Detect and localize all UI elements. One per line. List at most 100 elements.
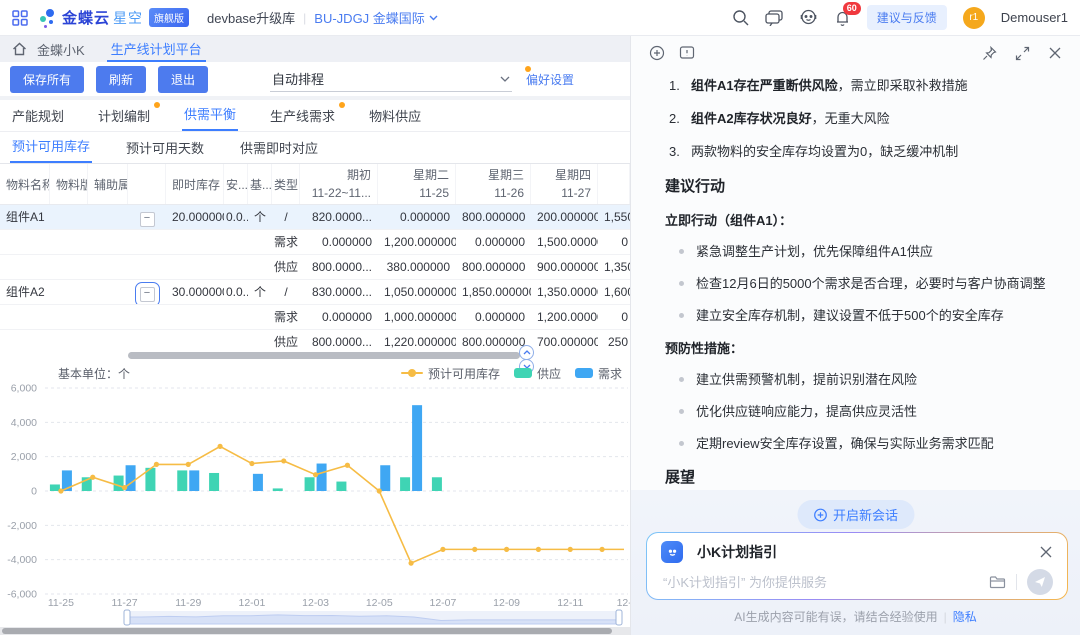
attachment-folder-icon[interactable] [989, 575, 1006, 589]
demand-marker-icon [575, 368, 593, 378]
subtab-realtime-match[interactable]: 供需即时对应 [238, 132, 320, 163]
svg-text:-2,000: -2,000 [7, 520, 37, 532]
messages-icon[interactable] [765, 10, 783, 26]
notification-dot [154, 102, 160, 108]
svg-text:12-01: 12-01 [238, 597, 265, 608]
collapse-row-button[interactable]: − [140, 212, 155, 227]
toolbar: 保存所有 刷新 退出 自动排程 偏好设置 [0, 62, 630, 96]
svg-text:6,000: 6,000 [11, 383, 37, 395]
notification-dot [525, 66, 531, 72]
collapse-row-button[interactable]: − [140, 287, 155, 302]
legend-supply[interactable]: 供应 [514, 365, 561, 382]
group-title-preventive: 预防性措施： [665, 338, 1046, 357]
section-title-outlook: 展望 [665, 466, 1046, 487]
product-name: 金蝶云 [62, 7, 110, 28]
page-horizontal-scrollbar[interactable] [0, 627, 630, 635]
workspace-item-xiaok[interactable]: 金蝶小K [37, 36, 85, 62]
svg-text:11-27: 11-27 [112, 597, 138, 608]
table-row[interactable]: 需求 0.0000001,200.000000 0.0000001,500.00… [0, 230, 630, 255]
divider [1016, 574, 1017, 590]
svg-text:12-11: 12-11 [557, 597, 583, 608]
chart-datazoom-slider[interactable] [0, 608, 630, 626]
assistant-message: 1.组件A1存在严重断供风险，需立即采取补救措施 2.组件A2库存状况良好，无重… [631, 70, 1080, 490]
tab-plan-compilation[interactable]: 计划编制 [96, 100, 152, 131]
col-safety: 安... [224, 164, 248, 204]
bullet-item: 建立安全库存机制，建议设置不低于500个的安全库存 [679, 306, 1046, 325]
col-type: 类型 [272, 164, 300, 204]
new-chat-icon[interactable] [649, 45, 665, 61]
refresh-button[interactable]: 刷新 [96, 66, 146, 93]
kingdee-logo-icon [38, 7, 58, 29]
tab-material-supply[interactable]: 物料供应 [367, 100, 423, 131]
legend-projected-inventory[interactable]: 预计可用库存 [401, 365, 500, 382]
assistant-avatar-icon [661, 541, 683, 563]
chat-input[interactable] [661, 574, 989, 591]
tab-supply-demand-balance[interactable]: 供需平衡 [182, 98, 238, 131]
chat-close-icon[interactable] [1039, 545, 1053, 559]
new-session-button[interactable]: 开启新会话 [797, 500, 914, 529]
exit-button[interactable]: 退出 [158, 66, 208, 93]
top-bar: 金蝶云 星空 旗舰版 devbase升级库 | BU-JDGJ 金蝶国际 60 [0, 0, 1080, 36]
chart-plot-area: 6,0004,0002,0000-2,000-4,000-6,00011-251… [0, 382, 630, 608]
feedback-button[interactable]: 建议与反馈 [867, 5, 947, 30]
collapse-up-icon[interactable] [519, 345, 534, 360]
chevron-down-icon [500, 76, 510, 82]
chart-unit-label: 基本单位：个 [58, 365, 130, 382]
comment-icon[interactable] [679, 45, 695, 61]
schedule-mode-select[interactable]: 自动排程 [270, 66, 512, 92]
main-content: 保存所有 刷新 退出 自动排程 偏好设置 产能规划 计划编制 供需平衡 生产线需… [0, 62, 630, 635]
scrollbar-thumb[interactable] [2, 628, 612, 634]
tab-line-demand[interactable]: 生产线需求 [268, 100, 337, 131]
svg-text:12-09: 12-09 [493, 597, 520, 608]
bullet-item: 紧急调整生产计划，优先保障组件A1供应 [679, 242, 1046, 261]
svg-text:-6,000: -6,000 [7, 589, 37, 601]
col-material-version: 物料版本 [50, 164, 88, 204]
col-tuesday: 星期二11-25 [378, 164, 456, 204]
svg-text:12-13: 12-13 [617, 597, 630, 608]
legend-demand[interactable]: 需求 [575, 365, 622, 382]
chevron-down-icon [429, 15, 438, 21]
svg-text:2,000: 2,000 [11, 451, 37, 463]
col-thursday: 星期四11-27 [531, 164, 598, 204]
bullet-item: 定期review安全库存设置，确保与实际业务需求匹配 [679, 434, 1046, 453]
table-row[interactable]: 组件A2 − 30.0000000.0... 个/ 830.0000...1,0… [0, 280, 630, 305]
avatar[interactable]: r1 [963, 7, 985, 29]
notifications-bell-icon[interactable]: 60 [834, 9, 851, 27]
finding-item: 2.组件A2库存状况良好，无重大风险 [669, 109, 1046, 129]
svg-text:12-03: 12-03 [302, 597, 329, 608]
org-selector[interactable]: BU-JDGJ 金蝶国际 [314, 8, 438, 27]
support-icon[interactable] [799, 9, 818, 26]
svg-text:12-07: 12-07 [429, 597, 456, 608]
scrollbar-thumb[interactable] [128, 352, 520, 359]
tab-capacity-planning[interactable]: 产能规划 [10, 100, 66, 131]
supply-marker-icon [514, 368, 532, 378]
search-icon[interactable] [732, 9, 749, 26]
section-title-actions: 建议行动 [665, 175, 1046, 196]
edition-badge: 旗舰版 [149, 8, 189, 27]
table-row[interactable]: 供应 800.0000...380.000000 800.000000900.0… [0, 255, 630, 280]
module-tabs: 产能规划 计划编制 供需平衡 生产线需求 物料供应 [0, 100, 630, 132]
table-row[interactable]: 组件A1 − 20.0000000.0... 个/ 820.0000...0.0… [0, 205, 630, 230]
subtab-projected-inventory[interactable]: 预计可用库存 [10, 130, 92, 163]
send-button[interactable] [1027, 569, 1053, 595]
pin-icon[interactable] [982, 46, 997, 61]
group-title-immediate: 立即行动（组件A1）： [665, 210, 1046, 229]
expand-icon[interactable] [1015, 46, 1030, 61]
home-icon[interactable] [12, 36, 27, 62]
privacy-link[interactable]: 隐私 [953, 610, 977, 624]
bullet-item: 优化供应链响应能力，提高供应灵活性 [679, 402, 1046, 421]
app-launcher-icon[interactable] [12, 10, 28, 26]
close-icon[interactable] [1048, 46, 1062, 61]
col-period-initial: 期初11-22~11... [300, 164, 378, 204]
col-aux-attr: 辅助属性 [88, 164, 128, 204]
preferences-link[interactable]: 偏好设置 [526, 71, 574, 88]
svg-text:0: 0 [31, 486, 37, 498]
subtab-available-days[interactable]: 预计可用天数 [124, 132, 206, 163]
col-onhand: 即时库存 [166, 164, 224, 204]
assistant-chat-zone: 开启新会话 小K计划指引 [631, 490, 1080, 635]
save-all-button[interactable]: 保存所有 [10, 66, 84, 93]
table-row[interactable]: 需求 0.0000001,000.000000 0.0000001,200.00… [0, 305, 630, 330]
product-subname: 星空 [113, 8, 143, 28]
finding-item: 3.两款物料的安全库存均设置为0，缺乏缓冲机制 [669, 142, 1046, 162]
workspace-tab-active[interactable]: 生产线计划平台 [107, 36, 206, 62]
